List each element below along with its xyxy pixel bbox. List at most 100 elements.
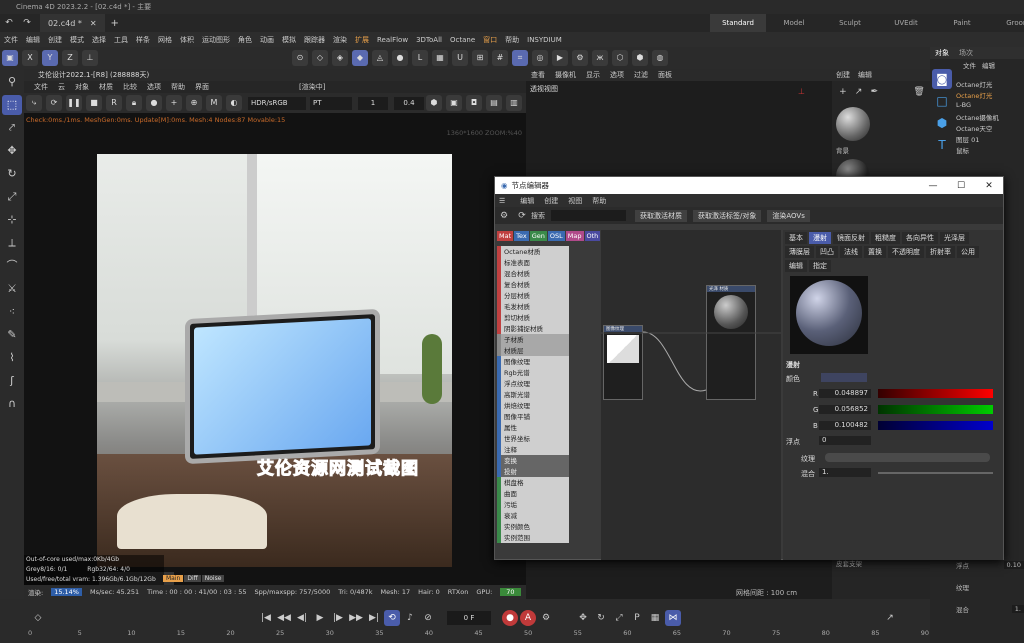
y-axis-button[interactable]: Y [42, 50, 58, 66]
mute-icon[interactable]: ⊘ [420, 610, 436, 626]
viewport-menu-item[interactable]: 显示 [586, 70, 600, 80]
go-start-icon[interactable]: |◀ [258, 610, 274, 626]
material-menu-item[interactable]: 编辑 [858, 70, 872, 80]
menu-item[interactable]: Octane [450, 36, 475, 44]
add-material-icon[interactable]: + [836, 84, 850, 100]
point-icon[interactable]: ● [392, 50, 408, 66]
value-field-1[interactable]: 1 [358, 96, 388, 110]
render-icon[interactable]: ▶ [552, 50, 568, 66]
menu-item[interactable]: RealFlow [377, 36, 408, 44]
node-list-item[interactable]: 材质层 [497, 345, 569, 356]
pla-key-icon[interactable]: ▦ [647, 610, 663, 626]
viewer-menu-item[interactable]: 帮助 [171, 82, 185, 92]
points-icon[interactable]: ⁖ [2, 302, 22, 322]
object-item[interactable]: Octane灯光 [956, 90, 1024, 101]
menu-item[interactable]: 跟踪器 [304, 35, 325, 45]
stop-icon[interactable]: ■ [86, 95, 102, 111]
attribute-value[interactable]: 1. [1011, 604, 1024, 613]
move-icon[interactable]: ✥ [2, 141, 22, 161]
viewer-menu-item[interactable]: 选项 [147, 82, 161, 92]
record-icon[interactable]: ● [502, 610, 518, 626]
node-list-item[interactable]: 实例范围 [497, 532, 569, 543]
material-icon[interactable]: M [206, 95, 222, 111]
node-list-item[interactable]: 实例颜色 [497, 521, 569, 532]
property-tab[interactable]: 折射率 [926, 246, 955, 258]
viewport-menu-item[interactable]: 面板 [658, 70, 672, 80]
node-link-icon[interactable]: ⟳ [514, 208, 530, 224]
select-icon[interactable]: ⬚ [2, 95, 22, 115]
node-category-tab[interactable]: Gen [529, 231, 547, 241]
node-list-item[interactable]: 阴影捕捉材质 [497, 323, 569, 334]
property-tab[interactable]: 置换 [864, 246, 886, 258]
sound-icon[interactable]: ♪ [402, 610, 418, 626]
node-list-item[interactable]: 属性 [497, 422, 569, 433]
node-list-item[interactable]: Octane材质 [497, 246, 569, 257]
corner-icon[interactable]: L [412, 50, 428, 66]
viewer-menu-item[interactable]: 云 [58, 82, 65, 92]
node-list-item[interactable]: 浮点纹理 [497, 378, 569, 389]
rotate-icon[interactable]: ↻ [2, 164, 22, 184]
g-slider[interactable] [878, 405, 993, 414]
octane-icon[interactable]: ⬡ [612, 50, 628, 66]
cube-icon[interactable]: ◇ [312, 50, 328, 66]
viewport-menu-item[interactable]: 摄像机 [555, 70, 576, 80]
object-item[interactable]: Octane灯光 [956, 79, 1024, 90]
cube-mode-icon[interactable]: ◆ [352, 50, 368, 66]
undo-icon[interactable]: ↶ [1, 15, 17, 31]
object-tab[interactable]: 场次 [959, 48, 973, 58]
node-list-item[interactable]: 混合材质 [497, 268, 569, 279]
menu-item[interactable]: 动画 [260, 35, 274, 45]
node-category-tab[interactable]: Oth [584, 231, 601, 241]
property-tab[interactable]: 基本 [785, 232, 807, 244]
restart-icon[interactable]: ⟳ [46, 95, 62, 111]
menu-item[interactable]: 样条 [136, 35, 150, 45]
layout-tab[interactable]: UVEdit [878, 14, 934, 32]
node-list-item[interactable]: 曲面 [497, 488, 569, 499]
scale-icon[interactable]: ⤢ [2, 187, 22, 207]
move-mode-icon[interactable]: ▣ [2, 50, 18, 66]
close-window-icon[interactable]: ✕ [975, 181, 1003, 191]
cube-icon-2[interactable]: ◈ [332, 50, 348, 66]
menu-item[interactable]: 运动图形 [202, 35, 230, 45]
camera-icon[interactable]: ◘ [466, 95, 482, 111]
node-category-tab[interactable]: Tex [514, 231, 529, 241]
property-tab[interactable]: 编辑 [785, 260, 807, 272]
current-frame[interactable]: 0 F [447, 611, 491, 625]
menu-item[interactable]: 模式 [70, 35, 84, 45]
snap-icon[interactable]: ⊞ [472, 50, 488, 66]
loop-icon[interactable]: ⟲ [384, 610, 400, 626]
magnet-icon[interactable]: U [452, 50, 468, 66]
go-end-icon[interactable]: ▶| [366, 610, 382, 626]
magnet-tool-icon[interactable]: ∩ [2, 394, 22, 414]
node-list-item[interactable]: 投射 [497, 466, 569, 477]
next-key-icon[interactable]: ▶▶ [348, 610, 364, 626]
colorspace-select[interactable]: HDR/sRGB [248, 96, 306, 110]
hex-icon[interactable]: ⬢ [632, 50, 648, 66]
object-menu-item[interactable]: 文件 [963, 60, 976, 70]
auto-key-icon[interactable]: A [520, 610, 536, 626]
material-menu-item[interactable]: 创建 [836, 70, 850, 80]
object-item[interactable]: 鼠标 [956, 145, 1024, 156]
render-settings-icon[interactable]: ⚙ [572, 50, 588, 66]
edge-icon[interactable]: ◬ [372, 50, 388, 66]
cube-object-icon[interactable]: ⬢ [932, 113, 952, 133]
timeline-ruler[interactable]: 0 5 10 15 20 25 30 35 40 45 50 55 60 65 70 75 80 85 90 [28, 628, 929, 643]
camera-object-icon[interactable]: ◙ [932, 69, 952, 89]
object-tab[interactable]: 对象 [935, 48, 949, 58]
folder-icon[interactable]: ▤ [486, 95, 502, 111]
z-axis-button[interactable]: Z [62, 50, 78, 66]
node-list-item[interactable]: 世界坐标 [497, 433, 569, 444]
node-list-item[interactable]: 标准表面 [497, 257, 569, 268]
image-icon[interactable]: ▣ [446, 95, 462, 111]
mix-slider[interactable] [878, 472, 993, 474]
node-list-item[interactable]: 分层材质 [497, 290, 569, 301]
node-menu-item[interactable]: 编辑 [520, 196, 534, 206]
pause-icon[interactable]: ❚❚ [66, 95, 82, 111]
live-viewer-icon[interactable]: ◍ [652, 50, 668, 66]
pass-button[interactable]: Main [163, 575, 184, 582]
dope-icon[interactable]: ⋈ [665, 610, 681, 626]
node-graph[interactable]: 图像纹理 光泽 材质 [601, 230, 781, 560]
menu-item[interactable]: 模拟 [282, 35, 296, 45]
node-category-tab[interactable]: Map [565, 231, 584, 241]
trash-icon[interactable]: 🗑︎ [912, 84, 926, 100]
